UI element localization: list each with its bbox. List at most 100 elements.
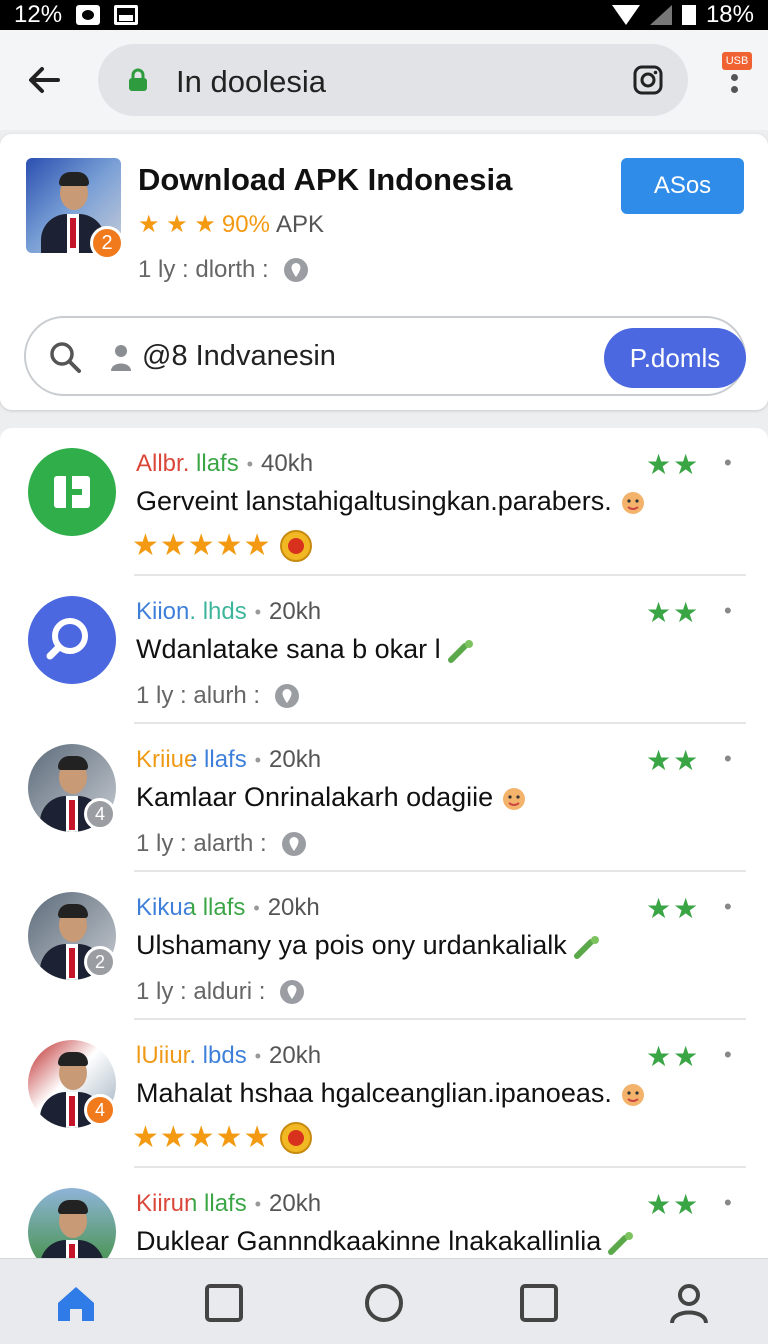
- feed-item[interactable]: Kiirun llafs • 20kh Duklear Gannndkaakinne …: [0, 1168, 768, 1258]
- search-button[interactable]: P.domls: [604, 328, 746, 388]
- author-line: Kiirun llafs • 20kh: [136, 1190, 321, 1218]
- separator-dot: •: [254, 1193, 262, 1214]
- author-name[interactable]: Kikua llafs: [136, 894, 245, 922]
- author-line: Kriiue llafs • 20kh: [136, 746, 321, 774]
- avatar-badge: 4: [84, 1094, 116, 1126]
- avatar-badge: 4: [84, 798, 116, 830]
- feed-item[interactable]: 2 Kikua llafs • 20kh Ulshamany ya pois ony u…: [0, 872, 768, 1020]
- emoji-icon: [618, 1080, 648, 1110]
- emoji-icon: [573, 932, 603, 962]
- feed-item[interactable]: Kiion. lhds • 20kh Wdanlatake sana b okar l…: [0, 576, 768, 724]
- bottom-navigation: [0, 1258, 768, 1344]
- green-star-icon[interactable]: ★★: [646, 448, 700, 481]
- message-body: Gerveint lanstahigaltusingkan.parabers.: [136, 486, 612, 516]
- location-pin-icon: [280, 980, 305, 1004]
- separator-dot: •: [246, 453, 254, 474]
- person-photo: [28, 1188, 116, 1258]
- home-icon[interactable]: [54, 1281, 98, 1325]
- view-count: 40kh: [261, 450, 314, 477]
- more-vert-icon: [731, 74, 739, 98]
- rating-stars: ★★★★★: [132, 529, 272, 562]
- emoji-icon: [618, 488, 648, 518]
- comment-feed: Allbr. llafs • 40kh Gerveint lanstahigaltus…: [0, 428, 768, 1258]
- message-body: Wdanlatake sana b okar l: [136, 634, 441, 664]
- view-count: 20kh: [269, 1190, 322, 1217]
- rating-stars: ★ ★ ★: [138, 211, 216, 238]
- separator-dot: •: [254, 749, 262, 770]
- green-star-icon[interactable]: ★★: [646, 744, 700, 777]
- post-meta-text: 1 ly : alarth :: [136, 830, 267, 857]
- back-arrow-icon[interactable]: [24, 60, 64, 100]
- more-dot-icon[interactable]: •: [724, 450, 732, 476]
- location-pin-icon: [281, 832, 306, 856]
- app-title: Download APK Indonesia: [138, 162, 513, 197]
- author-name[interactable]: Allbr. llafs: [136, 450, 239, 478]
- search-bar[interactable]: P.domls: [24, 316, 746, 396]
- avatar: [28, 596, 116, 684]
- image-status-icon: [114, 5, 139, 25]
- more-dot-icon[interactable]: •: [724, 894, 732, 920]
- author-name[interactable]: Kiion. lhds: [136, 598, 247, 626]
- emoji-icon: [499, 784, 529, 814]
- view-count: 20kh: [269, 1042, 322, 1069]
- feed-item[interactable]: Allbr. llafs • 40kh Gerveint lanstahigaltus…: [0, 428, 768, 576]
- status-bar: 12% 18%: [0, 0, 768, 30]
- green-star-icon[interactable]: ★★: [646, 892, 700, 925]
- feed-item[interactable]: 4 lUiiur. lbds • 20kh Mahalat hshaa hgalcean…: [0, 1020, 768, 1168]
- instagram-icon[interactable]: [632, 64, 664, 96]
- circle-icon[interactable]: [362, 1281, 406, 1325]
- separator-dot: •: [254, 601, 262, 622]
- battery-level: 18%: [705, 1, 754, 28]
- emoji-icon: [607, 1228, 637, 1258]
- author-line: Kikua llafs • 20kh: [136, 894, 320, 922]
- menu-badge: USB: [722, 52, 752, 70]
- green-star-icon[interactable]: ★★: [646, 1040, 700, 1073]
- more-dot-icon[interactable]: •: [724, 1190, 732, 1216]
- search-icon: [50, 342, 81, 373]
- message-text: Duklear Gannndkaakinne lnakakallinlia: [136, 1226, 637, 1258]
- message-body: Duklear Gannndkaakinne lnakakallinlia: [136, 1226, 602, 1256]
- message-body: Ulshamany ya pois ony urdankalialk: [136, 930, 567, 960]
- search-input[interactable]: [142, 336, 582, 376]
- avatar: [28, 448, 116, 536]
- emoji-icon: [447, 636, 477, 666]
- more-dot-icon[interactable]: •: [724, 746, 732, 772]
- author-name[interactable]: Kriiue llafs: [136, 746, 247, 774]
- message-text: Kamlaar Onrinalakarh odagiie: [136, 782, 529, 814]
- location-pin-icon: [283, 258, 308, 282]
- reward-coin-icon: [280, 1121, 313, 1154]
- author-name[interactable]: Kiirun llafs: [136, 1190, 247, 1218]
- author-line: lUiiur. lbds • 20kh: [136, 1042, 321, 1070]
- author-line: Kiion. lhds • 20kh: [136, 598, 321, 626]
- message-text: Gerveint lanstahigaltusingkan.parabers.: [136, 486, 648, 518]
- battery-icon: [681, 5, 696, 25]
- app-icon-badge: 2: [90, 226, 124, 260]
- view-count: 20kh: [269, 598, 322, 625]
- address-bar[interactable]: In doolesia: [98, 44, 688, 116]
- view-count: 20kh: [269, 746, 322, 773]
- separator-dot: •: [253, 897, 260, 918]
- message-body: Mahalat hshaa hgalceanglian.ipanoeas.: [136, 1078, 612, 1108]
- feed-item[interactable]: 4 Kriiue llafs • 20kh Kamlaar Onrinalakarh o…: [0, 724, 768, 872]
- green-star-icon[interactable]: ★★: [646, 596, 700, 629]
- overflow-menu-button[interactable]: USB: [716, 50, 756, 110]
- green-star-icon[interactable]: ★★: [646, 1188, 700, 1221]
- search-chat-icon: [46, 618, 88, 660]
- reward-coin-icon: [280, 529, 313, 562]
- wifi-icon: [611, 5, 640, 25]
- app-header-card: 2 Download APK Indonesia ★ ★ ★ 90% APK 1…: [0, 134, 768, 410]
- install-button[interactable]: ASos: [621, 158, 744, 214]
- green-app-logo-icon: [54, 476, 90, 508]
- location-pin-icon: [275, 684, 300, 708]
- rating-suffix: APK: [275, 210, 324, 238]
- more-dot-icon[interactable]: •: [724, 1042, 732, 1068]
- square-icon[interactable]: [202, 1281, 246, 1325]
- author-name[interactable]: lUiiur. lbds: [136, 1042, 247, 1070]
- signal-icon: [649, 5, 672, 25]
- rating-row: ★★★★★: [132, 1120, 313, 1155]
- app-rating: ★ ★ ★ 90% APK: [138, 210, 324, 239]
- more-dot-icon[interactable]: •: [724, 598, 732, 624]
- profile-icon[interactable]: [667, 1281, 711, 1325]
- square-icon[interactable]: [517, 1281, 561, 1325]
- user-icon: [111, 345, 131, 371]
